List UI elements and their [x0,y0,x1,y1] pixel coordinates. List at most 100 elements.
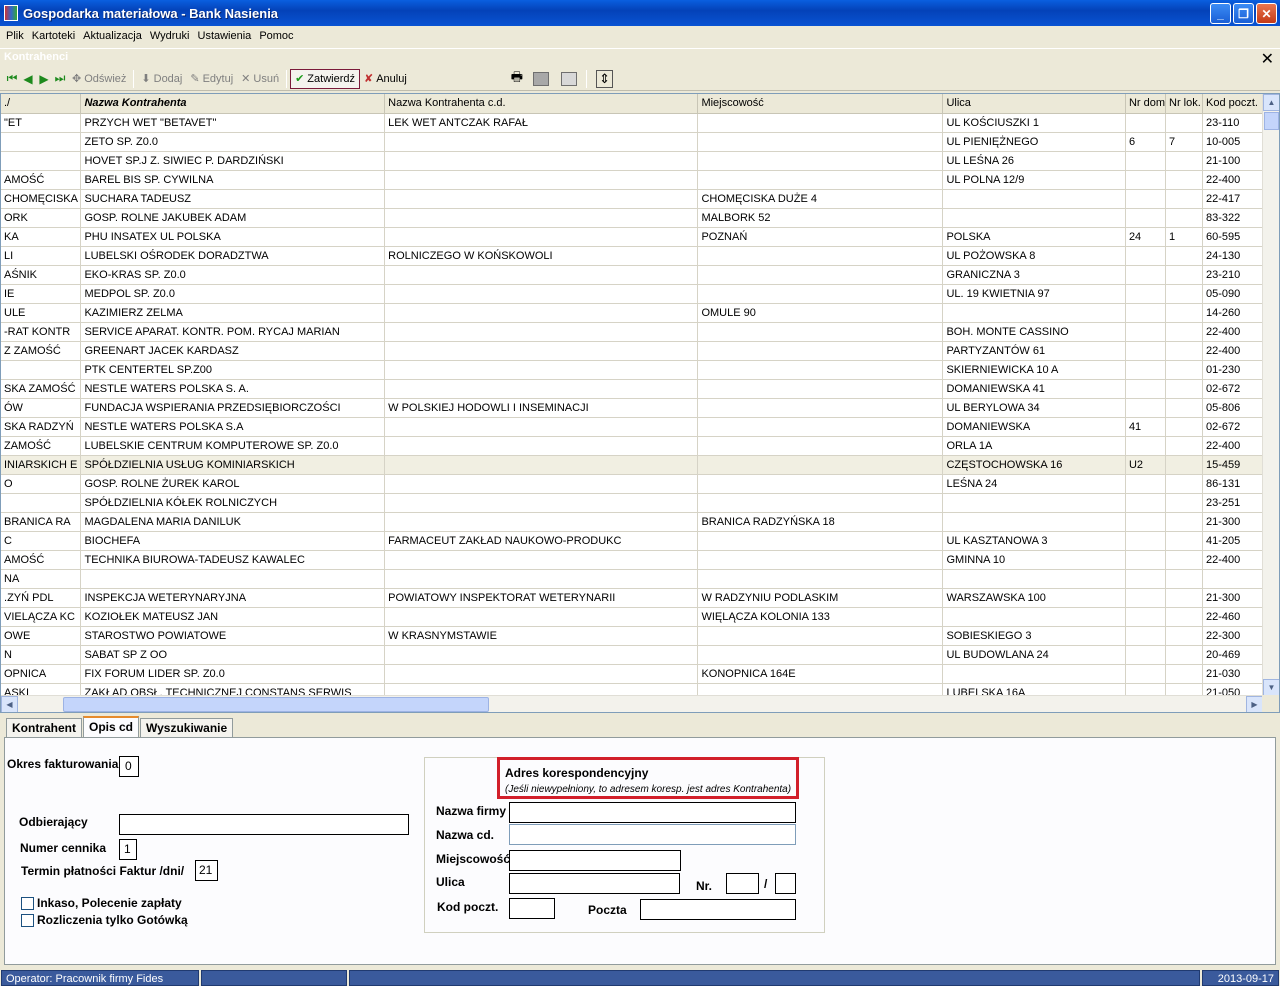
cell-ulica[interactable]: UL KOŚCIUSZKI 1 [942,113,1126,133]
cell-nr-lok[interactable] [1165,664,1203,684]
close-button[interactable]: ✕ [1256,3,1277,24]
nazwa-firmy-field[interactable] [509,802,796,823]
cell-kod[interactable]: 01-230 [1202,360,1263,380]
cell-nazwa[interactable]: GOSP. ROLNE JAKUBEK ADAM [80,208,386,228]
cell-col0[interactable]: Z ZAMOŚĆ [1,341,82,361]
nr-lok-field[interactable] [775,873,796,894]
cell-nazwa-cd[interactable] [384,607,699,627]
cell-nr-lok[interactable] [1165,265,1203,285]
cell-nr-lok[interactable] [1165,588,1203,608]
cell-miejscowosc[interactable] [697,493,944,513]
cell-kod[interactable]: 60-595 [1202,227,1263,247]
cell-nazwa-cd[interactable] [384,189,699,209]
numer-cennika-field[interactable]: 1 [119,839,137,860]
cell-nr-dom[interactable] [1125,474,1167,494]
cell-kod[interactable]: 83-322 [1202,208,1263,228]
delete-button[interactable]: ✕ Usuń [237,69,283,89]
table-row[interactable]: ÓW FUNDACJA WSPIERANIA PRZEDSIĘBIORCZOŚCI… [1,398,1263,418]
cell-ulica[interactable] [942,493,1126,513]
cell-col0[interactable]: ZAMOŚĆ [1,436,82,456]
cell-nr-lok[interactable] [1165,417,1203,437]
col-header-nazwa[interactable]: Nazwa Kontrahenta [80,94,386,114]
cell-ulica[interactable]: PARTYZANTÓW 61 [942,341,1126,361]
table-row[interactable]: AMOŚĆ BAREL BIS SP. CYWILNA UL POLNA 12/9 2… [1,170,1263,190]
cell-nr-dom[interactable] [1125,189,1167,209]
cell-col0[interactable] [1,493,82,513]
cell-miejscowosc[interactable] [697,170,944,190]
cell-nazwa-cd[interactable] [384,227,699,247]
child-close-icon[interactable]: ✕ [1261,49,1274,69]
cell-nazwa-cd[interactable]: FARMACEUT ZAKŁAD NAUKOWO-PRODUKC [384,531,699,551]
cell-miejscowosc[interactable] [697,417,944,437]
col-header-nr-dom[interactable]: Nr dom [1125,94,1167,114]
menu-ustawienia[interactable]: Ustawienia [194,30,256,42]
cell-ulica[interactable]: SKIERNIEWICKA 10 A [942,360,1126,380]
cell-miejscowosc[interactable] [697,246,944,266]
cell-miejscowosc[interactable]: BRANICA RADZYŃSKA 18 [697,512,944,532]
cell-ulica[interactable]: WARSZAWSKA 100 [942,588,1126,608]
cell-kod[interactable]: 22-400 [1202,341,1263,361]
cell-kod[interactable]: 24-130 [1202,246,1263,266]
cell-nr-dom[interactable] [1125,151,1167,171]
cell-nr-dom[interactable] [1125,436,1167,456]
cell-ulica[interactable]: UL LEŚNA 26 [942,151,1126,171]
cell-kod[interactable]: 05-090 [1202,284,1263,304]
cell-ulica[interactable] [942,208,1126,228]
cell-nazwa-cd[interactable] [384,170,699,190]
cell-nazwa[interactable]: EKO-KRAS SP. Z0.0 [80,265,386,285]
cell-nazwa[interactable]: HOVET SP.J Z. SIWIEC P. DARDZIŃSKI [80,151,386,171]
cell-miejscowosc[interactable] [697,322,944,342]
cell-nr-lok[interactable] [1165,512,1203,532]
cell-miejscowosc[interactable] [697,569,944,589]
minimize-button[interactable]: _ [1210,3,1231,24]
cell-nazwa[interactable]: PHU INSATEX UL POLSKA [80,227,386,247]
table-row[interactable]: OWE STAROSTWO POWIATOWE W KRASNYMSTAWIE SOB… [1,626,1263,646]
cell-nr-dom[interactable] [1125,607,1167,627]
cell-nazwa-cd[interactable]: LEK WET ANTCZAK RAFAŁ [384,113,699,133]
cell-nr-lok[interactable] [1165,550,1203,570]
cell-ulica[interactable]: ORLA 1A [942,436,1126,456]
cell-miejscowosc[interactable] [697,132,944,152]
cell-col0[interactable]: AMOŚĆ [1,550,82,570]
cell-nr-dom[interactable] [1125,322,1167,342]
cell-nr-dom[interactable] [1125,360,1167,380]
cell-nazwa[interactable]: STAROSTWO POWIATOWE [80,626,386,646]
table-row[interactable]: N SABAT SP Z OO UL BUDOWLANA 24 20-469 [1,645,1263,665]
cell-ulica[interactable] [942,303,1126,323]
menu-wydruki[interactable]: Wydruki [146,30,194,42]
tab-opis-cd[interactable]: Opis cd [83,716,140,737]
cell-ulica[interactable]: UL BUDOWLANA 24 [942,645,1126,665]
cell-nr-dom[interactable]: U2 [1125,455,1167,475]
table-row[interactable]: INIARSKICH E SPÓŁDZIELNIA USŁUG KOMINIARS… [1,455,1263,475]
cell-ulica[interactable]: GMINNA 10 [942,550,1126,570]
cell-nazwa-cd[interactable] [384,569,699,589]
cell-col0[interactable]: INIARSKICH E [1,455,82,475]
next-record-icon[interactable]: ▶ [36,71,52,87]
table-row[interactable]: ZETO SP. Z0.0 UL PIENIĘŻNEGO 6 7 10-005 [1,132,1263,152]
cell-nr-dom[interactable]: 6 [1125,132,1167,152]
cell-nr-dom[interactable] [1125,303,1167,323]
cell-miejscowosc[interactable]: MALBORK 52 [697,208,944,228]
cell-nazwa-cd[interactable] [384,360,699,380]
grid-view-icon[interactable] [533,71,550,86]
cell-nazwa-cd[interactable] [384,512,699,532]
cell-col0[interactable]: OPNICA [1,664,82,684]
cell-kod[interactable]: 23-210 [1202,265,1263,285]
cell-nr-lok[interactable] [1165,341,1203,361]
cell-miejscowosc[interactable] [697,113,944,133]
cell-nazwa-cd[interactable] [384,284,699,304]
cell-col0[interactable]: O [1,474,82,494]
cell-nazwa[interactable]: SPÓŁDZIELNIA KÓŁEK ROLNICZYCH [80,493,386,513]
cell-nr-lok[interactable] [1165,379,1203,399]
cell-nazwa-cd[interactable] [384,493,699,513]
col-header-0[interactable]: ./ [1,94,82,114]
cell-miejscowosc[interactable] [697,341,944,361]
contractors-grid[interactable]: ./ Nazwa Kontrahenta Nazwa Kontrahenta c… [0,93,1280,713]
menu-pomoc[interactable]: Pomoc [255,30,297,42]
table-row[interactable]: SKA ZAMOŚĆ NESTLE WATERS POLSKA S. A. DOMA… [1,379,1263,399]
cell-kod[interactable] [1202,569,1263,589]
cell-nazwa[interactable]: FIX FORUM LIDER SP. Z0.0 [80,664,386,684]
cell-miejscowosc[interactable]: OMULE 90 [697,303,944,323]
cell-kod[interactable]: 21-300 [1202,512,1263,532]
cell-nr-dom[interactable] [1125,379,1167,399]
